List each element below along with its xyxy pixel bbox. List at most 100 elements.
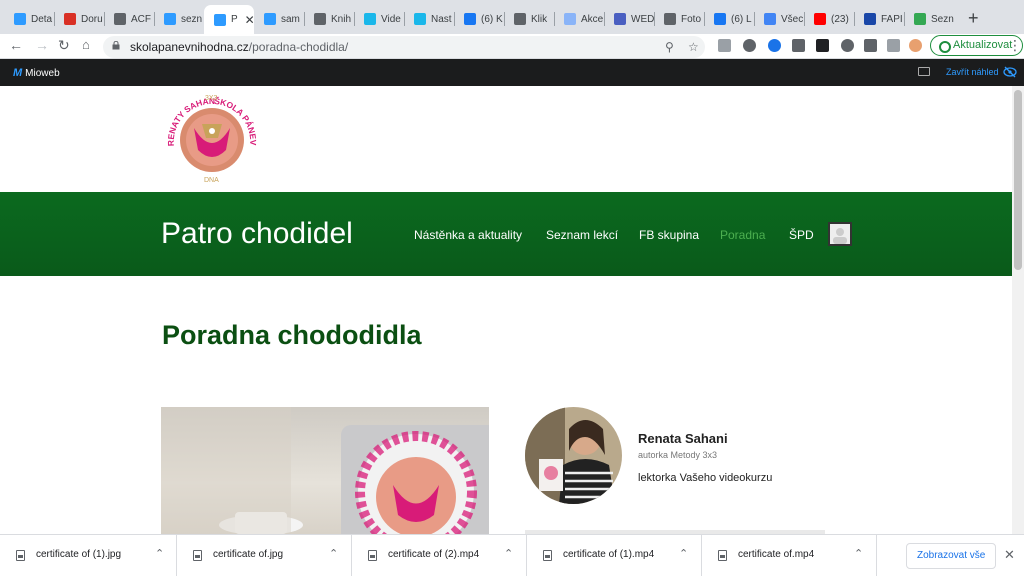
extension-list-icon[interactable] [887,39,900,52]
extension-blue-icon[interactable] [768,39,781,52]
browser-tab[interactable]: ACF [104,6,154,32]
mioweb-logo-text: Mioweb [25,67,60,79]
author-name: Renata Sahani [638,431,728,446]
forward-icon[interactable]: → [35,37,49,53]
download-filename: certificate of (2).mp4 [388,549,480,560]
nav-fb-group[interactable]: FB skupina [639,228,699,242]
tab-label: Knih [331,13,352,25]
download-item[interactable]: certificate of (1).jpg ⌃ [0,535,177,576]
mioweb-logo[interactable]: M Mioweb [13,67,60,79]
extension-cloud-icon[interactable] [743,39,756,52]
extension-camera-icon[interactable] [816,39,829,52]
user-avatar[interactable] [828,222,852,246]
download-item[interactable]: certificate of (1).mp4 ⌃ [527,535,702,576]
browser-tab[interactable]: Vide [354,6,404,32]
extensions-puzzle-icon[interactable] [864,39,877,52]
close-icon[interactable]: ✕ [1004,547,1015,563]
vimeo-icon [414,13,426,25]
tab-label: Nast [431,13,452,25]
tab-label: Deta [31,13,53,25]
tab-label: (23) [831,13,849,25]
back-icon[interactable]: ← [9,37,23,53]
tab-label: Doru [81,13,103,25]
mioweb-icon [14,13,26,25]
monitor-icon[interactable] [918,67,930,76]
video-file-icon [368,550,377,561]
download-item[interactable]: certificate of.mp4 ⌃ [702,535,877,576]
globe-icon [314,13,326,25]
tab-label: FAPI [881,13,903,25]
show-all-downloads-button[interactable]: Zobrazovat vše [906,543,997,569]
zoom-icon[interactable]: ⚲ [665,40,674,54]
browser-tab[interactable]: sezn [154,6,204,32]
tab-label: Klik [531,13,548,25]
author-role: autorka Metody 3x3 [638,450,718,460]
gmail-icon [64,13,76,25]
browser-tab[interactable]: (6) L [704,6,754,32]
tab-label: (6) L [731,13,752,25]
browser-tab[interactable]: FAPI [854,6,904,32]
author-description: lektorka Vašeho videokurzu [638,472,773,484]
facebook-icon [464,13,476,25]
bookmark-star-icon[interactable]: ☆ [688,40,699,54]
browser-tab[interactable]: Akce [554,6,604,32]
close-preview-link[interactable]: Zavřít náhled [946,67,999,77]
browser-toolbar: ← → ↻ ⌂ skolapanevnihodna.cz/poradna-cho… [0,34,1024,86]
browser-tab[interactable]: sam [254,6,304,32]
profile-avatar[interactable] [909,39,922,52]
nav-board[interactable]: Nástěnka a aktuality [414,228,522,242]
nav-spd[interactable]: ŠPD [789,228,814,242]
browser-tab[interactable]: Foto [654,6,704,32]
facebook-icon [714,13,726,25]
download-filename: certificate of.mp4 [738,549,815,560]
download-item[interactable]: certificate of.jpg ⌃ [177,535,352,576]
extension-badge-icon[interactable] [841,39,854,52]
nav-lessons[interactable]: Seznam lekcí [546,228,618,242]
wordpress-icon [514,13,526,25]
sheet-icon [914,13,926,25]
chevron-up-icon[interactable]: ⌃ [679,547,688,560]
page-scrollbar[interactable] [1012,86,1024,534]
chevron-up-icon[interactable]: ⌃ [329,547,338,560]
chevron-up-icon[interactable]: ⌃ [854,547,863,560]
scrollbar-thumb[interactable] [1014,90,1022,270]
image-file-icon [16,550,25,561]
reload-icon[interactable]: ↻ [58,37,70,54]
browser-tab[interactable]: Deta [4,6,54,32]
tab-label: Vide [381,13,401,25]
mioweb-admin-bar: M Mioweb Zavřít náhled [0,59,1024,86]
download-filename: certificate of (1).jpg [36,549,122,560]
site-title[interactable]: Patro chodidel [161,217,353,251]
download-item[interactable]: certificate of (2).mp4 ⌃ [352,535,527,576]
tab-label: sezn [181,13,203,25]
browser-tab[interactable]: Knih [304,6,354,32]
chevron-up-icon[interactable]: ⌃ [155,547,164,560]
browser-tab[interactable]: Doru [54,6,104,32]
browser-tab[interactable]: Všec [754,6,804,32]
web-icon [614,13,626,25]
browser-tab[interactable]: P ✕ [204,5,254,34]
youtube-icon [814,13,826,25]
browser-tab[interactable]: (23) [804,6,854,32]
browser-tab[interactable]: Sezn [904,6,954,32]
menu-kebab-icon[interactable]: ⋮ [1008,37,1022,54]
nav-advice[interactable]: Poradna [720,228,765,242]
browser-tab[interactable]: WED [604,6,654,32]
address-bar[interactable]: skolapanevnihodna.cz/poradna-chodidla/ ⚲… [103,36,705,58]
mioweb-icon [164,13,176,25]
browser-tab[interactable]: (6) K [454,6,504,32]
tab-label: ACF [131,13,151,25]
eye-off-icon[interactable] [1003,66,1017,78]
new-tab-button[interactable]: + [968,8,979,29]
extension-puzzle-grey-icon[interactable] [718,39,731,52]
tab-label: Sezn [931,13,954,25]
home-icon[interactable]: ⌂ [82,37,90,52]
close-tab-icon[interactable]: ✕ [245,13,254,27]
browser-tab[interactable]: Nast [404,6,454,32]
browser-tab[interactable]: Klik [504,6,554,32]
chevron-up-icon[interactable]: ⌃ [504,547,513,560]
mioweb-icon [264,13,276,25]
download-filename: certificate of.jpg [213,549,284,560]
extension-facebook-icon[interactable] [792,39,805,52]
school-logo[interactable]: RENATY SAHANI ŠKOLA PÁNEVNÍHO 3X3 DNA [160,88,264,188]
